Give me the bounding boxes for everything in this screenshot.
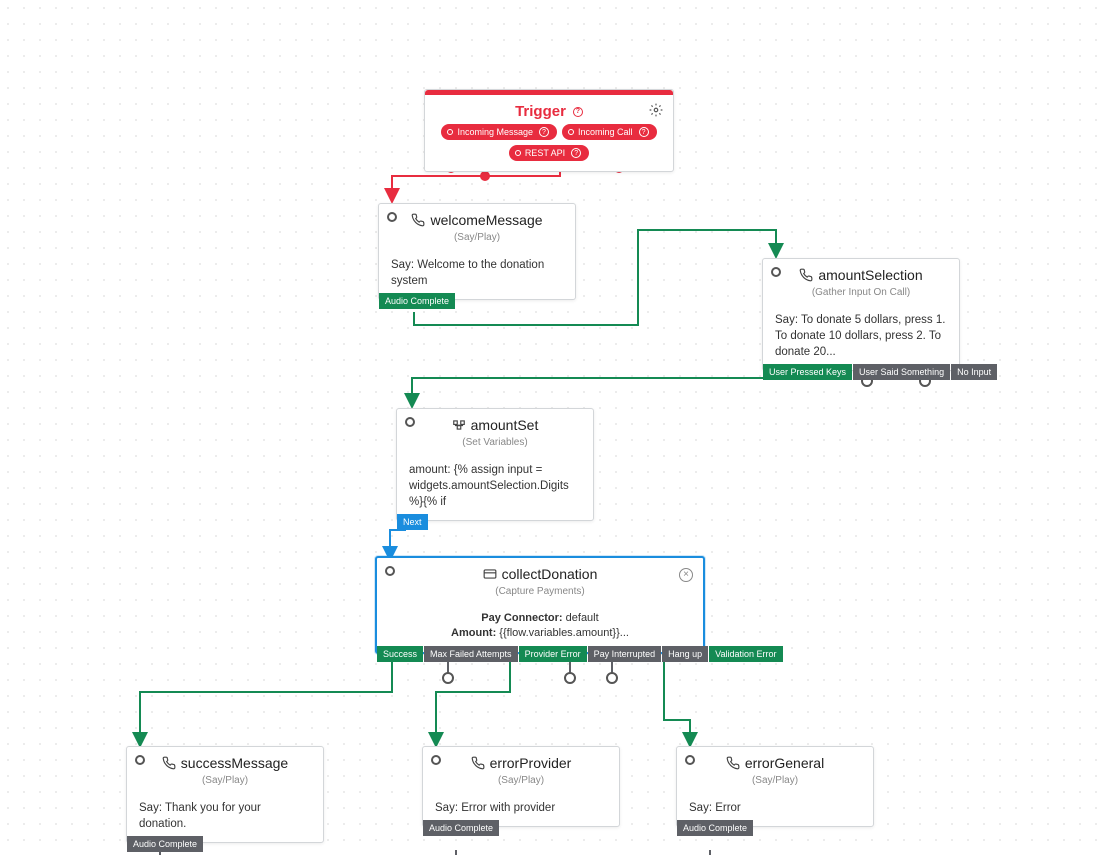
tag-max-failed[interactable]: Max Failed Attempts [424,646,518,662]
tag-user-said-something[interactable]: User Said Something [853,364,950,380]
pill-incoming-message[interactable]: Incoming Message? [441,124,557,140]
tag-audio-complete[interactable]: Audio Complete [379,293,455,309]
phone-icon [411,213,425,227]
node-title: collectDonation [502,566,598,582]
help-icon[interactable]: ? [639,127,649,137]
node-title: errorProvider [490,755,572,771]
flow-canvas[interactable]: Trigger? Incoming Message? Incoming Call… [0,0,1107,855]
phone-icon [162,756,176,770]
trigger-node[interactable]: Trigger? Incoming Message? Incoming Call… [424,89,674,172]
tag-audio-complete[interactable]: Audio Complete [677,820,753,836]
tag-next[interactable]: Next [397,514,428,530]
welcome-message-node[interactable]: welcomeMessage (Say/Play) Say: Welcome t… [378,203,576,300]
phone-icon [726,756,740,770]
tag-validation-error[interactable]: Validation Error [709,646,782,662]
node-title: successMessage [181,755,288,771]
amount-value: {{flow.variables.amount}}... [496,627,629,639]
collect-donation-node[interactable]: × collectDonation (Capture Payments) Pay… [375,556,705,654]
node-body: Say: Welcome to the donation system [379,249,575,299]
tag-hang-up[interactable]: Hang up [662,646,708,662]
node-title: amountSelection [818,267,922,283]
amount-set-node[interactable]: amountSet (Set Variables) amount: {% ass… [396,408,594,521]
error-general-node[interactable]: errorGeneral (Say/Play) Say: Error Audio… [676,746,874,827]
node-type: (Set Variables) [397,437,593,454]
gear-icon[interactable] [649,103,663,122]
amount-label: Amount: [451,627,496,639]
node-body: Say: To donate 5 dollars, press 1. To do… [763,304,959,370]
node-type: (Say/Play) [677,775,873,792]
trigger-title: Trigger [515,103,566,120]
payment-icon [483,567,497,581]
phone-icon [799,268,813,282]
node-title: welcomeMessage [430,212,542,228]
node-title: amountSet [471,417,539,433]
phone-icon [471,756,485,770]
tag-audio-complete[interactable]: Audio Complete [423,820,499,836]
node-type: (Gather Input On Call) [763,287,959,304]
pay-connector-label: Pay Connector: [481,612,562,624]
tag-provider-error[interactable]: Provider Error [519,646,587,662]
tag-user-pressed-keys[interactable]: User Pressed Keys [763,364,852,380]
tag-pay-interrupted[interactable]: Pay Interrupted [588,646,662,662]
pill-incoming-call[interactable]: Incoming Call? [562,124,657,140]
pill-rest-api[interactable]: REST API? [509,145,589,161]
help-icon[interactable]: ? [539,127,549,137]
help-icon[interactable]: ? [573,107,583,117]
variable-icon [452,418,466,432]
node-body: Say: Thank you for your donation. [127,792,323,842]
node-type: (Capture Payments) [377,586,703,603]
pay-connector-value: default [563,612,599,624]
success-message-node[interactable]: successMessage (Say/Play) Say: Thank you… [126,746,324,843]
node-body: amount: {% assign input = widgets.amount… [397,454,593,520]
node-type: (Say/Play) [423,775,619,792]
help-icon[interactable]: ? [571,148,581,158]
tag-success[interactable]: Success [377,646,423,662]
tag-no-input[interactable]: No Input [951,364,997,380]
node-title: errorGeneral [745,755,824,771]
amount-selection-node[interactable]: amountSelection (Gather Input On Call) S… [762,258,960,371]
tag-audio-complete[interactable]: Audio Complete [127,836,203,852]
node-type: (Say/Play) [379,232,575,249]
error-provider-node[interactable]: errorProvider (Say/Play) Say: Error with… [422,746,620,827]
node-type: (Say/Play) [127,775,323,792]
